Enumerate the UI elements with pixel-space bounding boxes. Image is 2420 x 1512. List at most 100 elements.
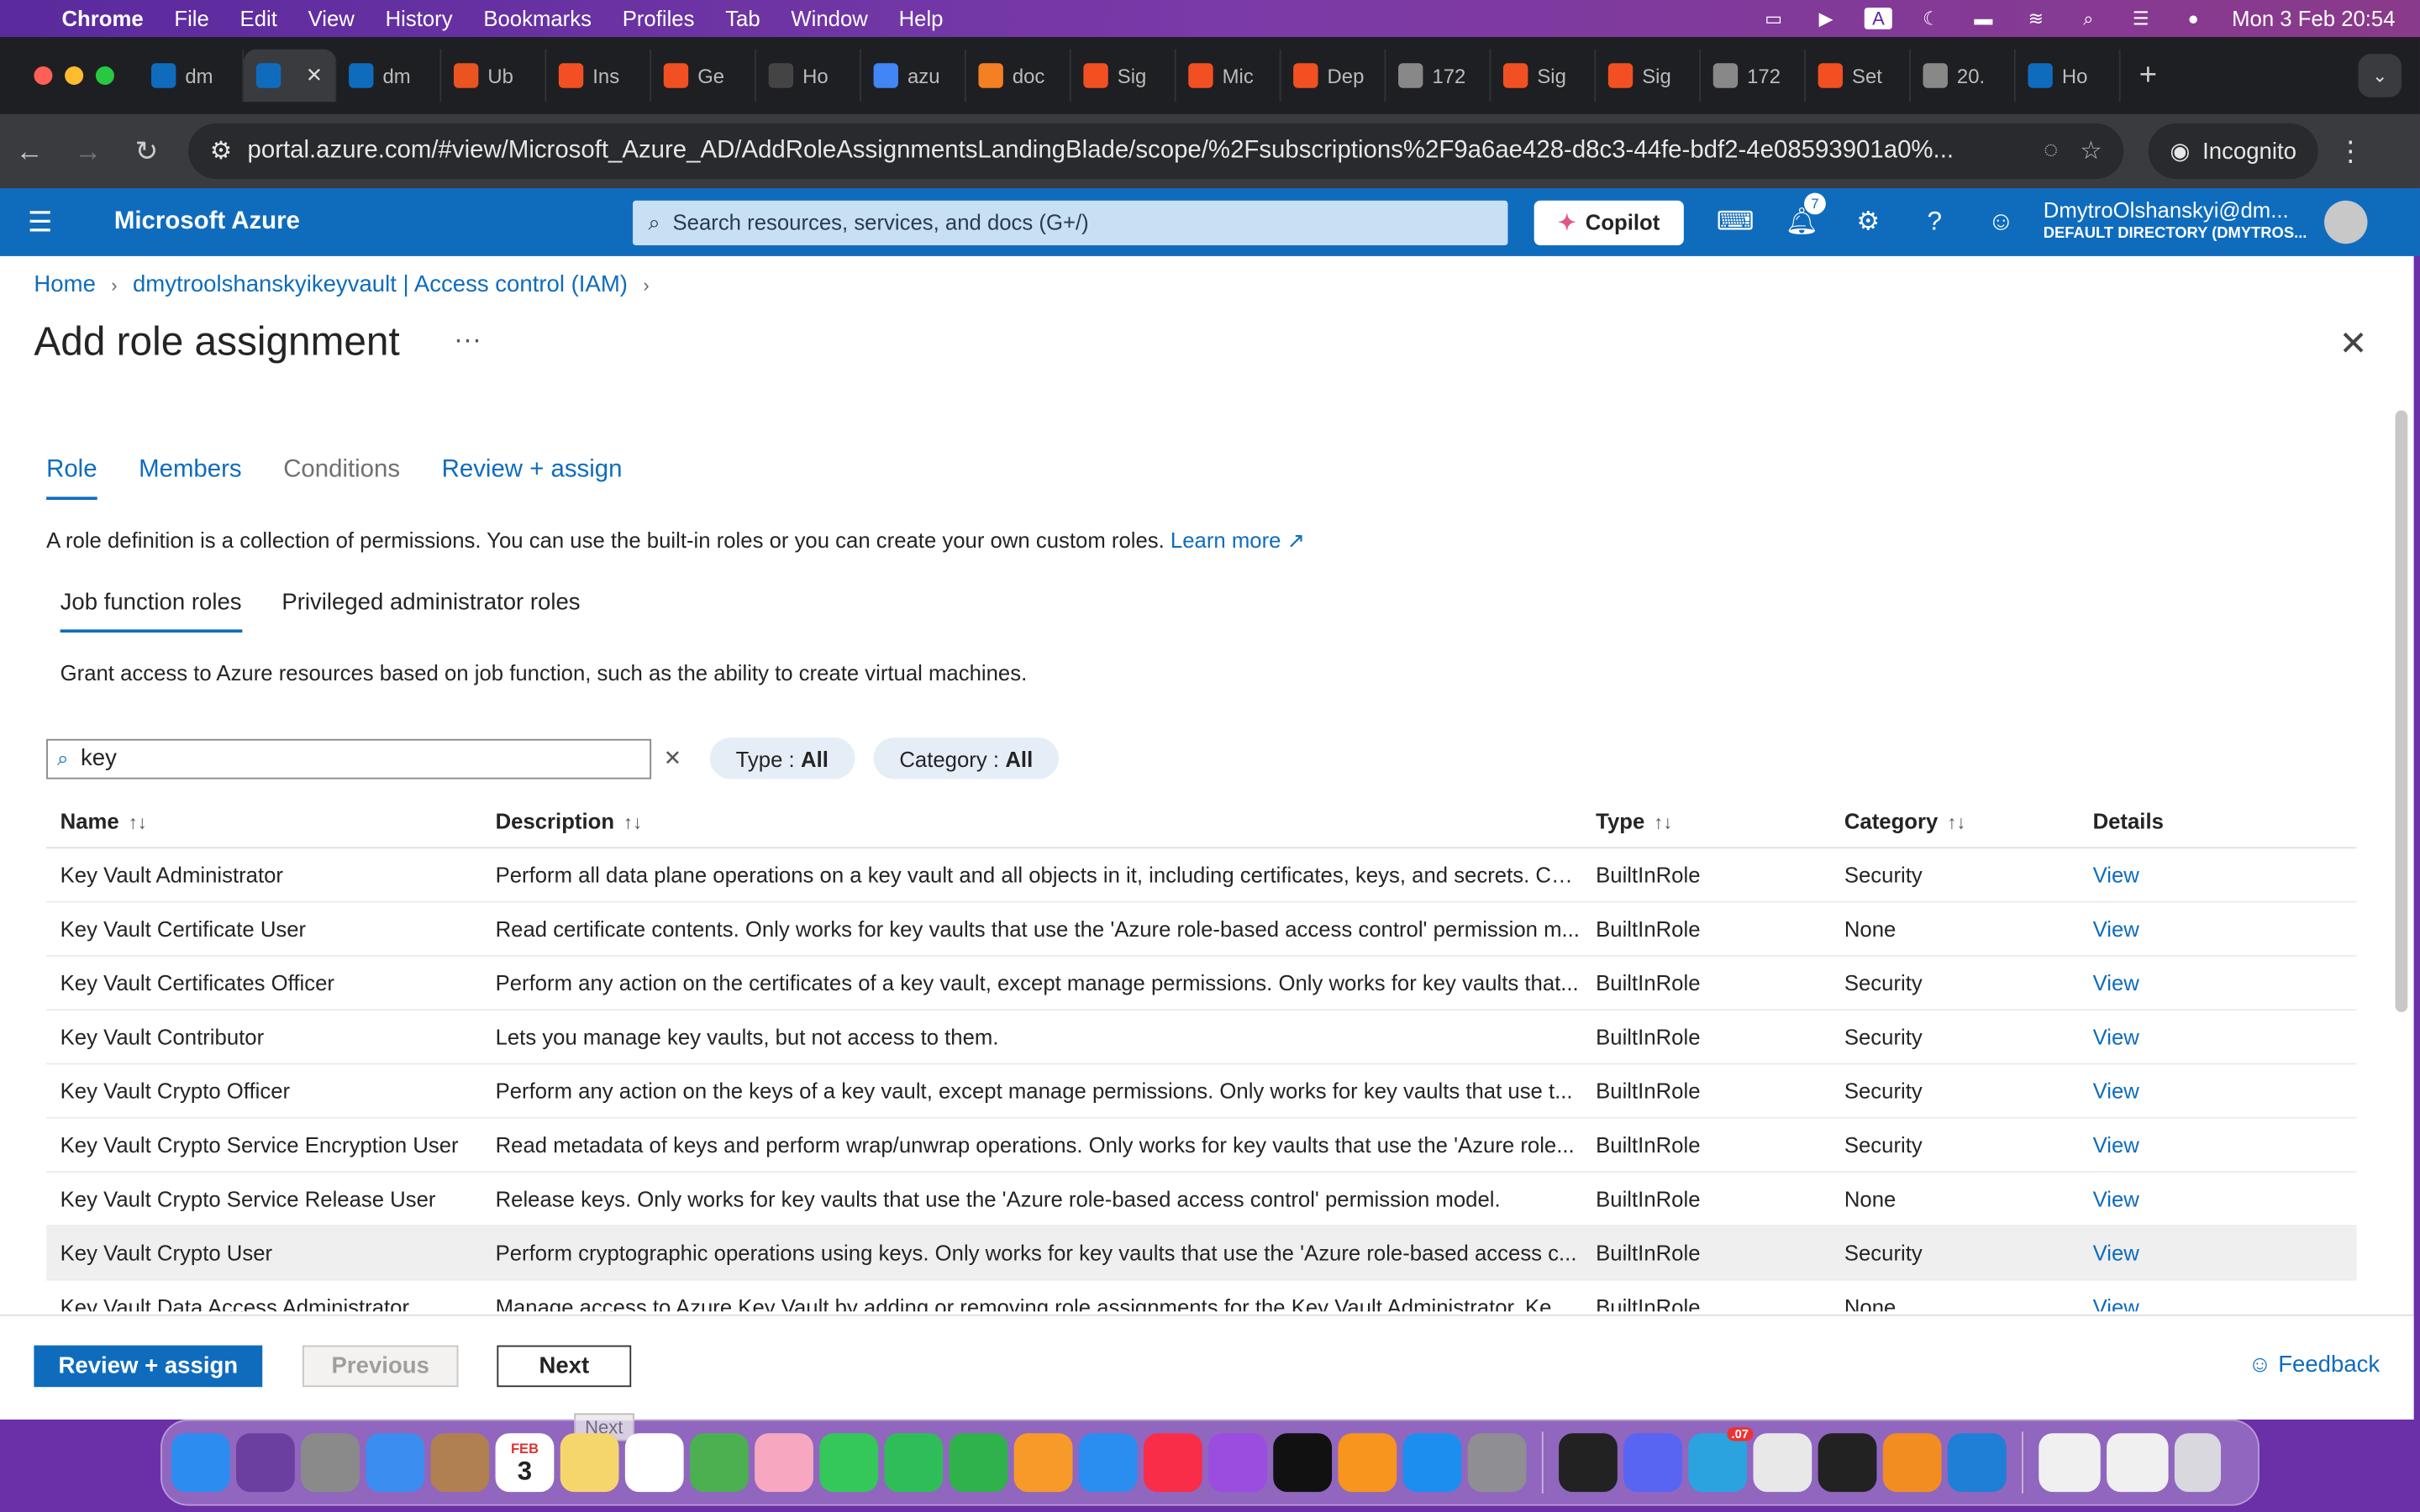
header-name[interactable]: Name ↑↓: [46, 808, 495, 832]
activity-status-icon[interactable]: ▭: [1760, 8, 1787, 29]
learn-more-link[interactable]: Learn more ↗: [1171, 528, 1305, 552]
browser-tab[interactable]: dm: [139, 49, 245, 102]
podcasts-icon[interactable]: [1208, 1433, 1267, 1493]
view-details-link[interactable]: View: [2093, 1186, 2340, 1210]
browser-tab[interactable]: Sig: [1491, 49, 1597, 102]
zoom-window-button[interactable]: [95, 66, 114, 86]
reload-icon[interactable]: ↻: [118, 135, 176, 168]
menu-file[interactable]: File: [174, 6, 208, 30]
browser-tab[interactable]: 172: [1386, 49, 1491, 102]
view-details-link[interactable]: View: [2093, 863, 2340, 887]
view-details-link[interactable]: View: [2093, 970, 2340, 995]
menu-help[interactable]: Help: [899, 6, 944, 30]
browser-tab[interactable]: Sig: [1596, 49, 1702, 102]
browser-menu-icon[interactable]: ⋮: [2337, 135, 2365, 168]
view-details-link[interactable]: View: [2093, 1079, 2340, 1103]
avatar[interactable]: [2324, 200, 2368, 244]
tv-icon[interactable]: [1273, 1433, 1333, 1493]
calendar-icon[interactable]: FEB 3: [495, 1433, 555, 1493]
minimize-window-button[interactable]: [65, 66, 84, 86]
table-row[interactable]: Key Vault Contributor Lets you manage key…: [46, 1011, 2357, 1065]
tab-role[interactable]: Role: [46, 457, 97, 501]
finder-icon[interactable]: [171, 1433, 230, 1493]
control-center-icon[interactable]: ☰: [2127, 8, 2154, 29]
browser-tab[interactable]: Mic: [1176, 49, 1281, 102]
telegram-icon[interactable]: .07: [1688, 1426, 1754, 1493]
moon-icon[interactable]: ☾: [1917, 8, 1944, 29]
input-source-icon[interactable]: A: [1864, 8, 1893, 29]
browser-tab[interactable]: Ub: [441, 49, 547, 102]
notes-icon[interactable]: [560, 1433, 619, 1493]
settings-icon[interactable]: [1467, 1433, 1527, 1493]
spotlight-icon[interactable]: ⌕: [2075, 7, 2102, 29]
browser-tab[interactable]: Set: [1806, 49, 1911, 102]
wifi-icon[interactable]: ≋: [2022, 8, 2049, 29]
books-icon[interactable]: [1338, 1433, 1397, 1493]
table-row[interactable]: Key Vault Crypto Officer Perform any acti…: [46, 1064, 2357, 1119]
bookmark-star-icon[interactable]: ☆: [2080, 136, 2102, 167]
keynote-icon[interactable]: [1078, 1433, 1138, 1493]
type-filter-pill[interactable]: Type : All: [709, 737, 855, 780]
close-icon[interactable]: ✕: [2339, 324, 2368, 365]
documents-stack-icon[interactable]: [2107, 1433, 2169, 1493]
feedback-icon[interactable]: ☺: [1968, 207, 2034, 238]
tab-search-button[interactable]: ⌄: [2358, 54, 2402, 97]
browser-tab[interactable]: azu: [861, 49, 966, 102]
menu-history[interactable]: History: [386, 6, 453, 30]
settings-gear-icon[interactable]: ⚙: [1835, 207, 1902, 238]
hamburger-menu-icon[interactable]: ☰: [0, 206, 81, 239]
reminders-icon[interactable]: [624, 1433, 684, 1493]
category-filter-pill[interactable]: Category : All: [873, 737, 1060, 780]
back-icon[interactable]: ←: [0, 135, 59, 168]
maps-icon[interactable]: [690, 1433, 749, 1493]
clock[interactable]: Mon 3 Feb 20:54: [2232, 6, 2395, 30]
view-details-link[interactable]: View: [2093, 1294, 2340, 1311]
siri-icon[interactable]: ●: [2180, 8, 2207, 29]
header-description[interactable]: Description ↑↓: [496, 808, 1597, 832]
browser-tab[interactable]: Ho: [756, 49, 861, 102]
downloads-stack-icon[interactable]: [2039, 1433, 2101, 1493]
azure-brand[interactable]: Microsoft Azure: [114, 208, 633, 236]
role-search-input[interactable]: ⌕ key: [46, 738, 652, 779]
notifications-icon[interactable]: 🔔︎ 7: [1769, 192, 1835, 238]
incognito-indicator[interactable]: ◉ Incognito: [2148, 123, 2318, 180]
table-row[interactable]: Key Vault Crypto Service Release User Rel…: [46, 1173, 2357, 1227]
table-row[interactable]: Key Vault Certificate User Read certifica…: [46, 902, 2357, 957]
numbers-icon[interactable]: [949, 1433, 1008, 1493]
tab-members[interactable]: Members: [139, 457, 241, 500]
new-tab-button[interactable]: +: [2139, 58, 2157, 93]
table-row[interactable]: Key Vault Data Access Administrator Manag…: [46, 1280, 2357, 1311]
account-info[interactable]: DmytroOlshanskyi@dm... DEFAULT DIRECTORY…: [2044, 198, 2315, 245]
view-details-link[interactable]: View: [2093, 1132, 2340, 1157]
browser-tab[interactable]: Ge: [651, 49, 756, 102]
help-icon[interactable]: ?: [1902, 207, 1968, 238]
cloud-shell-icon[interactable]: ⌨: [1702, 207, 1769, 238]
table-row[interactable]: Key Vault Certificates Officer Perform an…: [46, 957, 2357, 1011]
close-tab-icon[interactable]: ✕: [306, 63, 323, 87]
music-icon[interactable]: [1143, 1433, 1202, 1493]
more-options-icon[interactable]: ···: [454, 324, 481, 357]
menu-window[interactable]: Window: [791, 6, 867, 30]
tab-review-assign[interactable]: Review + assign: [442, 457, 623, 500]
chrome-icon[interactable]: [1753, 1433, 1812, 1493]
browser-tab[interactable]: Ins: [546, 49, 652, 102]
terminal-icon[interactable]: [1818, 1433, 1877, 1493]
clear-search-icon[interactable]: ✕: [664, 745, 682, 771]
discord-icon[interactable]: [1623, 1433, 1683, 1493]
photos-icon[interactable]: [755, 1433, 813, 1493]
table-row[interactable]: Key Vault Administrator Perform all data …: [46, 848, 2357, 903]
browser-tab[interactable]: doc: [966, 49, 1071, 102]
activity-monitor-icon[interactable]: [1559, 1433, 1618, 1493]
menu-profiles[interactable]: Profiles: [623, 6, 695, 30]
browser-tab[interactable]: 20.: [1911, 49, 2016, 102]
messages-icon[interactable]: [819, 1433, 879, 1493]
pages-icon[interactable]: [1013, 1433, 1073, 1493]
global-search-input[interactable]: ⌕ Search resources, services, and docs (…: [633, 199, 1508, 245]
view-details-link[interactable]: View: [2093, 1025, 2340, 1049]
forward-icon[interactable]: →: [59, 135, 118, 168]
header-type[interactable]: Type ↑↓: [1596, 808, 1844, 832]
browser-tab[interactable]: Sig: [1071, 49, 1176, 102]
menu-edit[interactable]: Edit: [240, 6, 277, 30]
copilot-button[interactable]: ✦ Copilot: [1534, 199, 1684, 245]
menu-view[interactable]: View: [308, 6, 355, 30]
